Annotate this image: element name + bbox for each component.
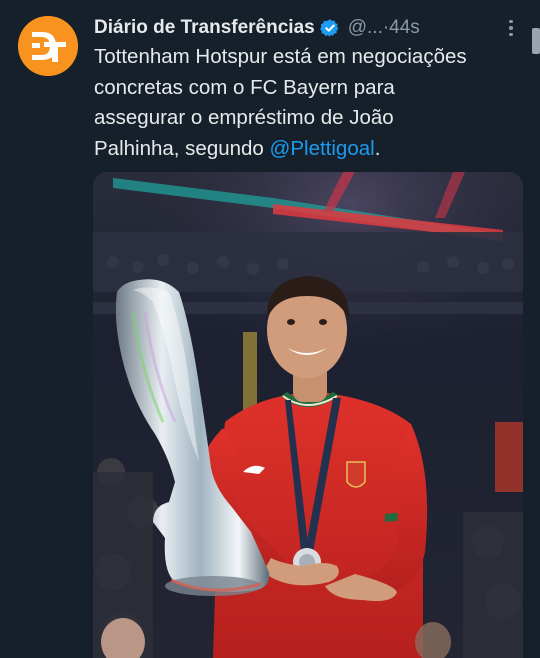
tweet-text-end: .	[374, 136, 381, 160]
verified-badge-icon	[319, 18, 340, 38]
more-options-icon[interactable]	[500, 16, 522, 40]
tweet-image[interactable]	[93, 172, 523, 658]
trophy-player-photo	[93, 172, 523, 658]
author-handle[interactable]: @...	[348, 17, 383, 39]
tweet-text-line-last: Palhinha, segundo @Plettigoal.	[94, 134, 526, 165]
tweet-text: Tottenham Hotspur está em negociações co…	[94, 42, 526, 164]
scrollbar-thumb[interactable]	[532, 28, 540, 54]
dt-logo-icon	[18, 16, 78, 76]
tweet-text-part: Palhinha, segundo	[94, 136, 270, 160]
tweet-text-line: Tottenham Hotspur está em negociações	[94, 45, 467, 68]
tweet-text-line: concretas com o FC Bayern para	[94, 75, 395, 99]
tweet-header: Diário de Transferências @... · 44s	[94, 14, 420, 42]
author-name[interactable]: Diário de Transferências	[94, 17, 315, 39]
avatar[interactable]	[18, 16, 78, 76]
tweet-text-line: assegurar o empréstimo de João	[94, 106, 394, 129]
tweet-card[interactable]: Diário de Transferências @... · 44s Tott…	[0, 0, 540, 658]
mention-link[interactable]: @Plettigoal	[270, 137, 375, 160]
tweet-timestamp[interactable]: 44s	[389, 17, 420, 39]
